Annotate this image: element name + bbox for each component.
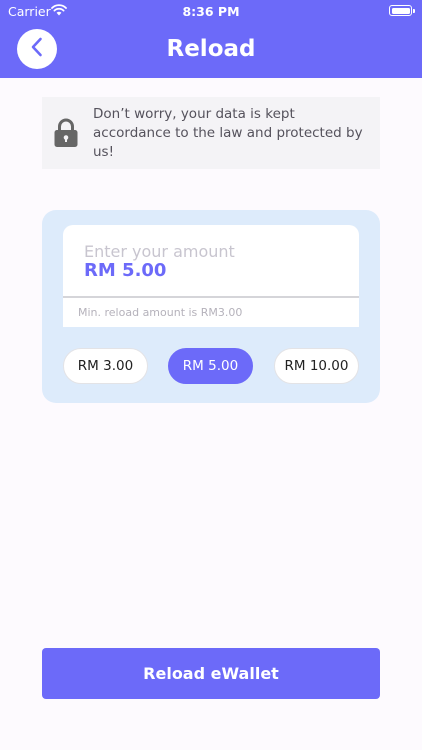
amount-label: Enter your amount <box>84 242 235 261</box>
amount-value[interactable]: RM 5.00 <box>84 260 166 281</box>
amount-chip-rm10[interactable]: RM 10.00 <box>274 348 359 384</box>
notice-text: Don’t worry, your data is kept accordanc… <box>93 106 363 160</box>
reload-card: Enter your amount RM 5.00 Min. reload am… <box>42 210 380 403</box>
min-reload-note: Min. reload amount is RM3.00 <box>78 306 243 319</box>
reload-ewallet-button[interactable]: Reload eWallet <box>42 648 380 699</box>
battery-icon <box>389 5 415 16</box>
status-time: 8:36 PM <box>182 4 240 19</box>
amount-divider <box>63 296 359 298</box>
page-title: Reload <box>166 36 256 62</box>
amount-chip-rm3[interactable]: RM 3.00 <box>63 348 148 384</box>
data-privacy-notice: Don’t worry, your data is kept accordanc… <box>42 97 380 169</box>
amount-input[interactable]: Enter your amount RM 5.00 Min. reload am… <box>63 225 359 327</box>
status-bar: Carrier 8:36 PM <box>0 0 422 22</box>
amount-chip-rm5[interactable]: RM 5.00 <box>168 348 253 384</box>
app-header: Carrier 8:36 PM Reload <box>0 0 422 78</box>
lock-icon <box>53 117 79 153</box>
